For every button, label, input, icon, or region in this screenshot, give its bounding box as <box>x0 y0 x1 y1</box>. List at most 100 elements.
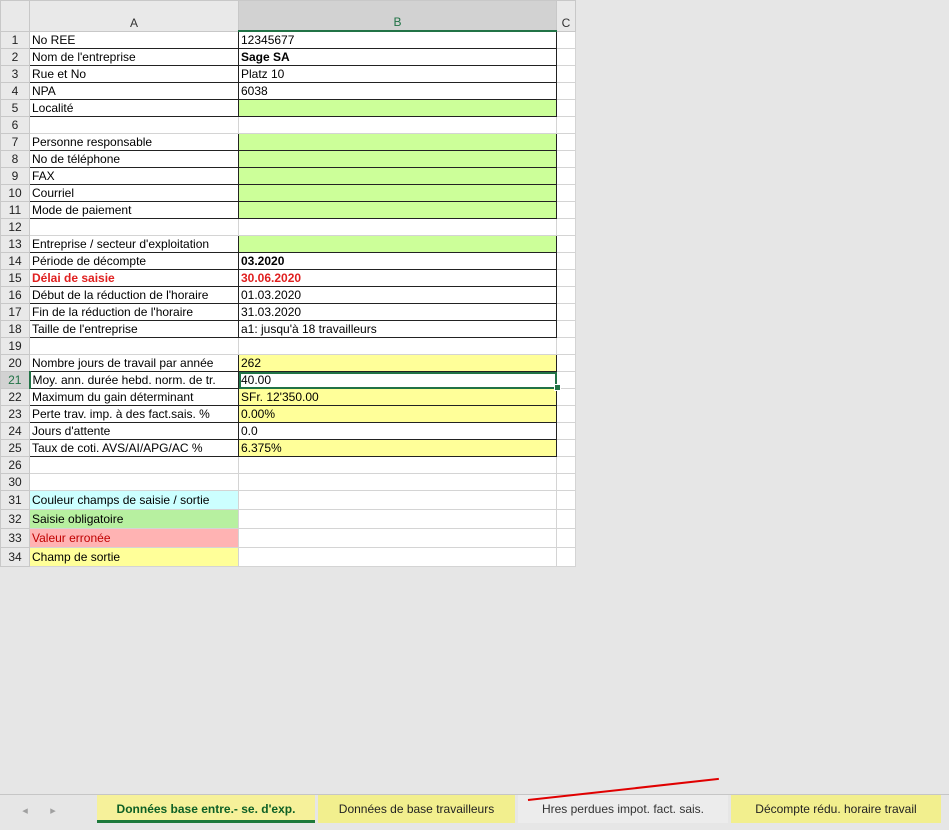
cell-label[interactable]: Localité <box>29 99 239 117</box>
cell-empty[interactable] <box>556 82 576 100</box>
cell-empty[interactable] <box>556 65 576 83</box>
row-header[interactable]: 33 <box>0 528 30 548</box>
row-header[interactable]: 2 <box>0 48 30 66</box>
cell-value[interactable] <box>238 184 557 202</box>
cell-label[interactable]: Nombre jours de travail par année <box>29 354 239 372</box>
cell-value[interactable]: 03.2020 <box>238 252 557 270</box>
cell-label[interactable]: Taille de l'entreprise <box>29 320 239 338</box>
cell-label[interactable]: FAX <box>29 167 239 185</box>
cell-value[interactable] <box>238 201 557 219</box>
cell-label[interactable]: Entreprise / secteur d'exploitation <box>29 235 239 253</box>
cell-value[interactable]: 6.375% <box>238 439 557 457</box>
cell-empty[interactable] <box>556 252 576 270</box>
cell-value[interactable] <box>238 167 557 185</box>
row-header[interactable]: 5 <box>0 99 30 117</box>
cell-empty[interactable] <box>556 490 576 510</box>
tab-scroll-left-icon[interactable]: ◂ <box>18 804 32 818</box>
select-all-corner[interactable] <box>0 0 30 32</box>
row-header[interactable]: 12 <box>0 218 30 236</box>
cell-label[interactable]: Délai de saisie <box>29 269 239 287</box>
row-header[interactable]: 9 <box>0 167 30 185</box>
cell-value[interactable]: a1: jusqu'à 18 travailleurs <box>238 320 557 338</box>
cell-empty[interactable] <box>556 167 576 185</box>
cell-empty[interactable] <box>556 30 576 49</box>
cell-label[interactable]: Champ de sortie <box>29 547 239 567</box>
cell-label[interactable]: Fin de la réduction de l'horaire <box>29 303 239 321</box>
sheet-tab-company-data[interactable]: Données base entre.- se. d'exp. <box>97 795 315 823</box>
row-header[interactable]: 22 <box>0 388 30 406</box>
cell-label[interactable]: Courriel <box>29 184 239 202</box>
sheet-tab-lost-hours[interactable]: Hres perdues impot. fact. sais. <box>518 795 728 823</box>
cell-empty[interactable] <box>556 184 576 202</box>
cell-empty[interactable] <box>556 456 576 474</box>
row-header[interactable]: 8 <box>0 150 30 168</box>
cell-empty[interactable] <box>556 388 576 406</box>
cell-label[interactable] <box>29 116 239 134</box>
cell-empty[interactable] <box>556 528 576 548</box>
row-header[interactable]: 18 <box>0 320 30 338</box>
cell-label[interactable] <box>29 337 239 355</box>
cell-empty[interactable] <box>556 201 576 219</box>
fill-handle[interactable] <box>554 384 561 391</box>
cell-value[interactable]: 0.00% <box>238 405 557 423</box>
cell-value[interactable]: 6038 <box>238 82 557 100</box>
row-header[interactable]: 7 <box>0 133 30 151</box>
cell-label[interactable]: Saisie obligatoire <box>29 509 239 529</box>
row-header[interactable]: 16 <box>0 286 30 304</box>
cell-empty[interactable] <box>556 509 576 529</box>
cell-label[interactable]: Maximum du gain déterminant <box>29 388 239 406</box>
cell-value[interactable]: Platz 10 <box>238 65 557 83</box>
row-header[interactable]: 26 <box>0 456 30 474</box>
row-header[interactable]: 31 <box>0 490 30 510</box>
row-header[interactable]: 1 <box>0 30 30 49</box>
cell-empty[interactable] <box>556 320 576 338</box>
row-header[interactable]: 17 <box>0 303 30 321</box>
cell-label[interactable]: Couleur champs de saisie / sortie <box>29 490 239 510</box>
cell-label[interactable]: No REE <box>29 30 239 49</box>
cell-value[interactable] <box>238 528 557 548</box>
cell-value[interactable]: 31.03.2020 <box>238 303 557 321</box>
cell-label[interactable]: Rue et No <box>29 65 239 83</box>
cell-value[interactable] <box>238 473 557 491</box>
cell-empty[interactable] <box>556 218 576 236</box>
tab-scroll-right-icon[interactable]: ▸ <box>46 804 60 818</box>
cell-value[interactable]: 262 <box>238 354 557 372</box>
cell-label[interactable]: Taux de coti. AVS/AI/APG/AC % <box>29 439 239 457</box>
cell-value[interactable] <box>238 337 557 355</box>
cell-label[interactable]: Jours d'attente <box>29 422 239 440</box>
row-header[interactable]: 23 <box>0 405 30 423</box>
cell-value[interactable] <box>238 218 557 236</box>
cell-empty[interactable] <box>556 405 576 423</box>
row-header[interactable]: 19 <box>0 337 30 355</box>
cell-label[interactable]: Valeur erronée <box>29 528 239 548</box>
row-header[interactable]: 34 <box>0 547 30 567</box>
cell-value[interactable] <box>238 99 557 117</box>
cell-label[interactable]: Nom de l'entreprise <box>29 48 239 66</box>
column-header-b[interactable]: B <box>238 0 557 32</box>
cell-value[interactable]: 01.03.2020 <box>238 286 557 304</box>
row-header[interactable]: 13 <box>0 235 30 253</box>
cell-value[interactable]: 40.00 <box>238 371 557 389</box>
cell-empty[interactable] <box>556 48 576 66</box>
cell-label[interactable]: Moy. ann. durée hebd. norm. de tr. <box>29 371 239 389</box>
row-header[interactable]: 25 <box>0 439 30 457</box>
sheet-tab-reduction-statement[interactable]: Décompte rédu. horaire travail <box>731 795 941 823</box>
cell-empty[interactable] <box>556 354 576 372</box>
cell-label[interactable] <box>29 218 239 236</box>
cell-label[interactable]: Période de décompte <box>29 252 239 270</box>
cell-value[interactable]: 0.0 <box>238 422 557 440</box>
cell-label[interactable]: NPA <box>29 82 239 100</box>
row-header[interactable]: 24 <box>0 422 30 440</box>
row-header[interactable]: 14 <box>0 252 30 270</box>
cell-empty[interactable] <box>556 422 576 440</box>
row-header[interactable]: 3 <box>0 65 30 83</box>
cell-label[interactable]: Début de la réduction de l'horaire <box>29 286 239 304</box>
cell-value[interactable] <box>238 116 557 134</box>
cell-value[interactable]: 12345677 <box>238 30 557 49</box>
row-header[interactable]: 20 <box>0 354 30 372</box>
cell-value[interactable] <box>238 235 557 253</box>
cell-empty[interactable] <box>556 303 576 321</box>
cell-empty[interactable] <box>556 337 576 355</box>
cell-label[interactable]: Mode de paiement <box>29 201 239 219</box>
cell-empty[interactable] <box>556 269 576 287</box>
